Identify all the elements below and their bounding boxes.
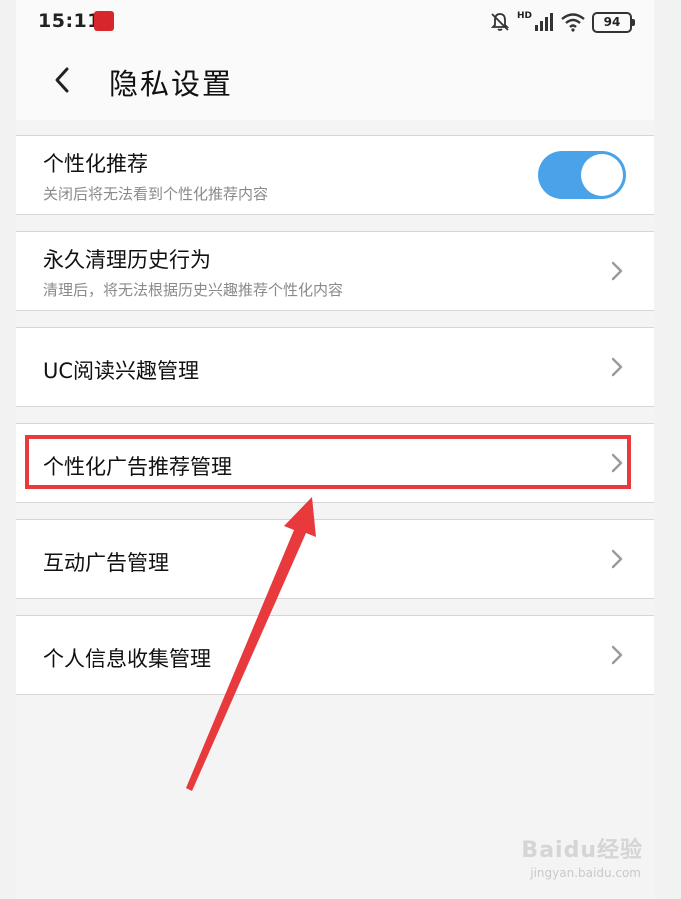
setting-title: UC阅读兴趣管理	[43, 359, 200, 383]
status-time: 15:11	[38, 10, 101, 32]
setting-row-uc-reading-interest[interactable]: UC阅读兴趣管理	[16, 327, 654, 407]
signal-icon	[535, 13, 553, 31]
chevron-right-icon	[611, 645, 623, 665]
mute-bell-icon	[490, 13, 510, 31]
setting-row-clear-history[interactable]: 永久清理历史行为 清理后，将无法根据历史兴趣推荐个性化内容	[16, 231, 654, 311]
chevron-right-icon	[611, 549, 623, 569]
wifi-icon	[561, 13, 585, 32]
annotation-highlight-box	[25, 435, 631, 489]
setting-row-personalized-recommendation[interactable]: 个性化推荐 关闭后将无法看到个性化推荐内容	[16, 135, 654, 215]
page-header: 隐私设置	[16, 44, 654, 120]
setting-title: 个性化推荐	[43, 152, 148, 176]
status-indicators: HD 94	[489, 9, 635, 35]
status-bar: 15:11 HD 94	[16, 0, 654, 44]
network-hd-label: HD	[516, 11, 532, 21]
setting-subtitle: 清理后，将无法根据历史兴趣推荐个性化内容	[43, 281, 344, 299]
app-notification-icon	[94, 11, 114, 31]
setting-row-interactive-ads[interactable]: 互动广告管理	[16, 519, 654, 599]
baidu-watermark: Baidu经验	[521, 838, 643, 863]
setting-row-personal-info-collection[interactable]: 个人信息收集管理	[16, 615, 654, 695]
chevron-left-icon	[55, 67, 69, 93]
back-button[interactable]	[40, 58, 84, 102]
setting-title: 互动广告管理	[43, 551, 169, 575]
toggle-knob	[581, 154, 623, 196]
baidu-watermark-url: jingyan.baidu.com	[530, 866, 641, 880]
battery-indicator: 94	[592, 11, 635, 33]
setting-subtitle: 关闭后将无法看到个性化推荐内容	[43, 185, 269, 203]
setting-title: 永久清理历史行为	[43, 248, 211, 272]
chevron-right-icon	[611, 261, 623, 281]
personalized-recommendation-toggle[interactable]	[538, 151, 626, 199]
setting-title: 个人信息收集管理	[43, 647, 211, 671]
page-title: 隐私设置	[109, 67, 234, 101]
chevron-right-icon	[611, 357, 623, 377]
